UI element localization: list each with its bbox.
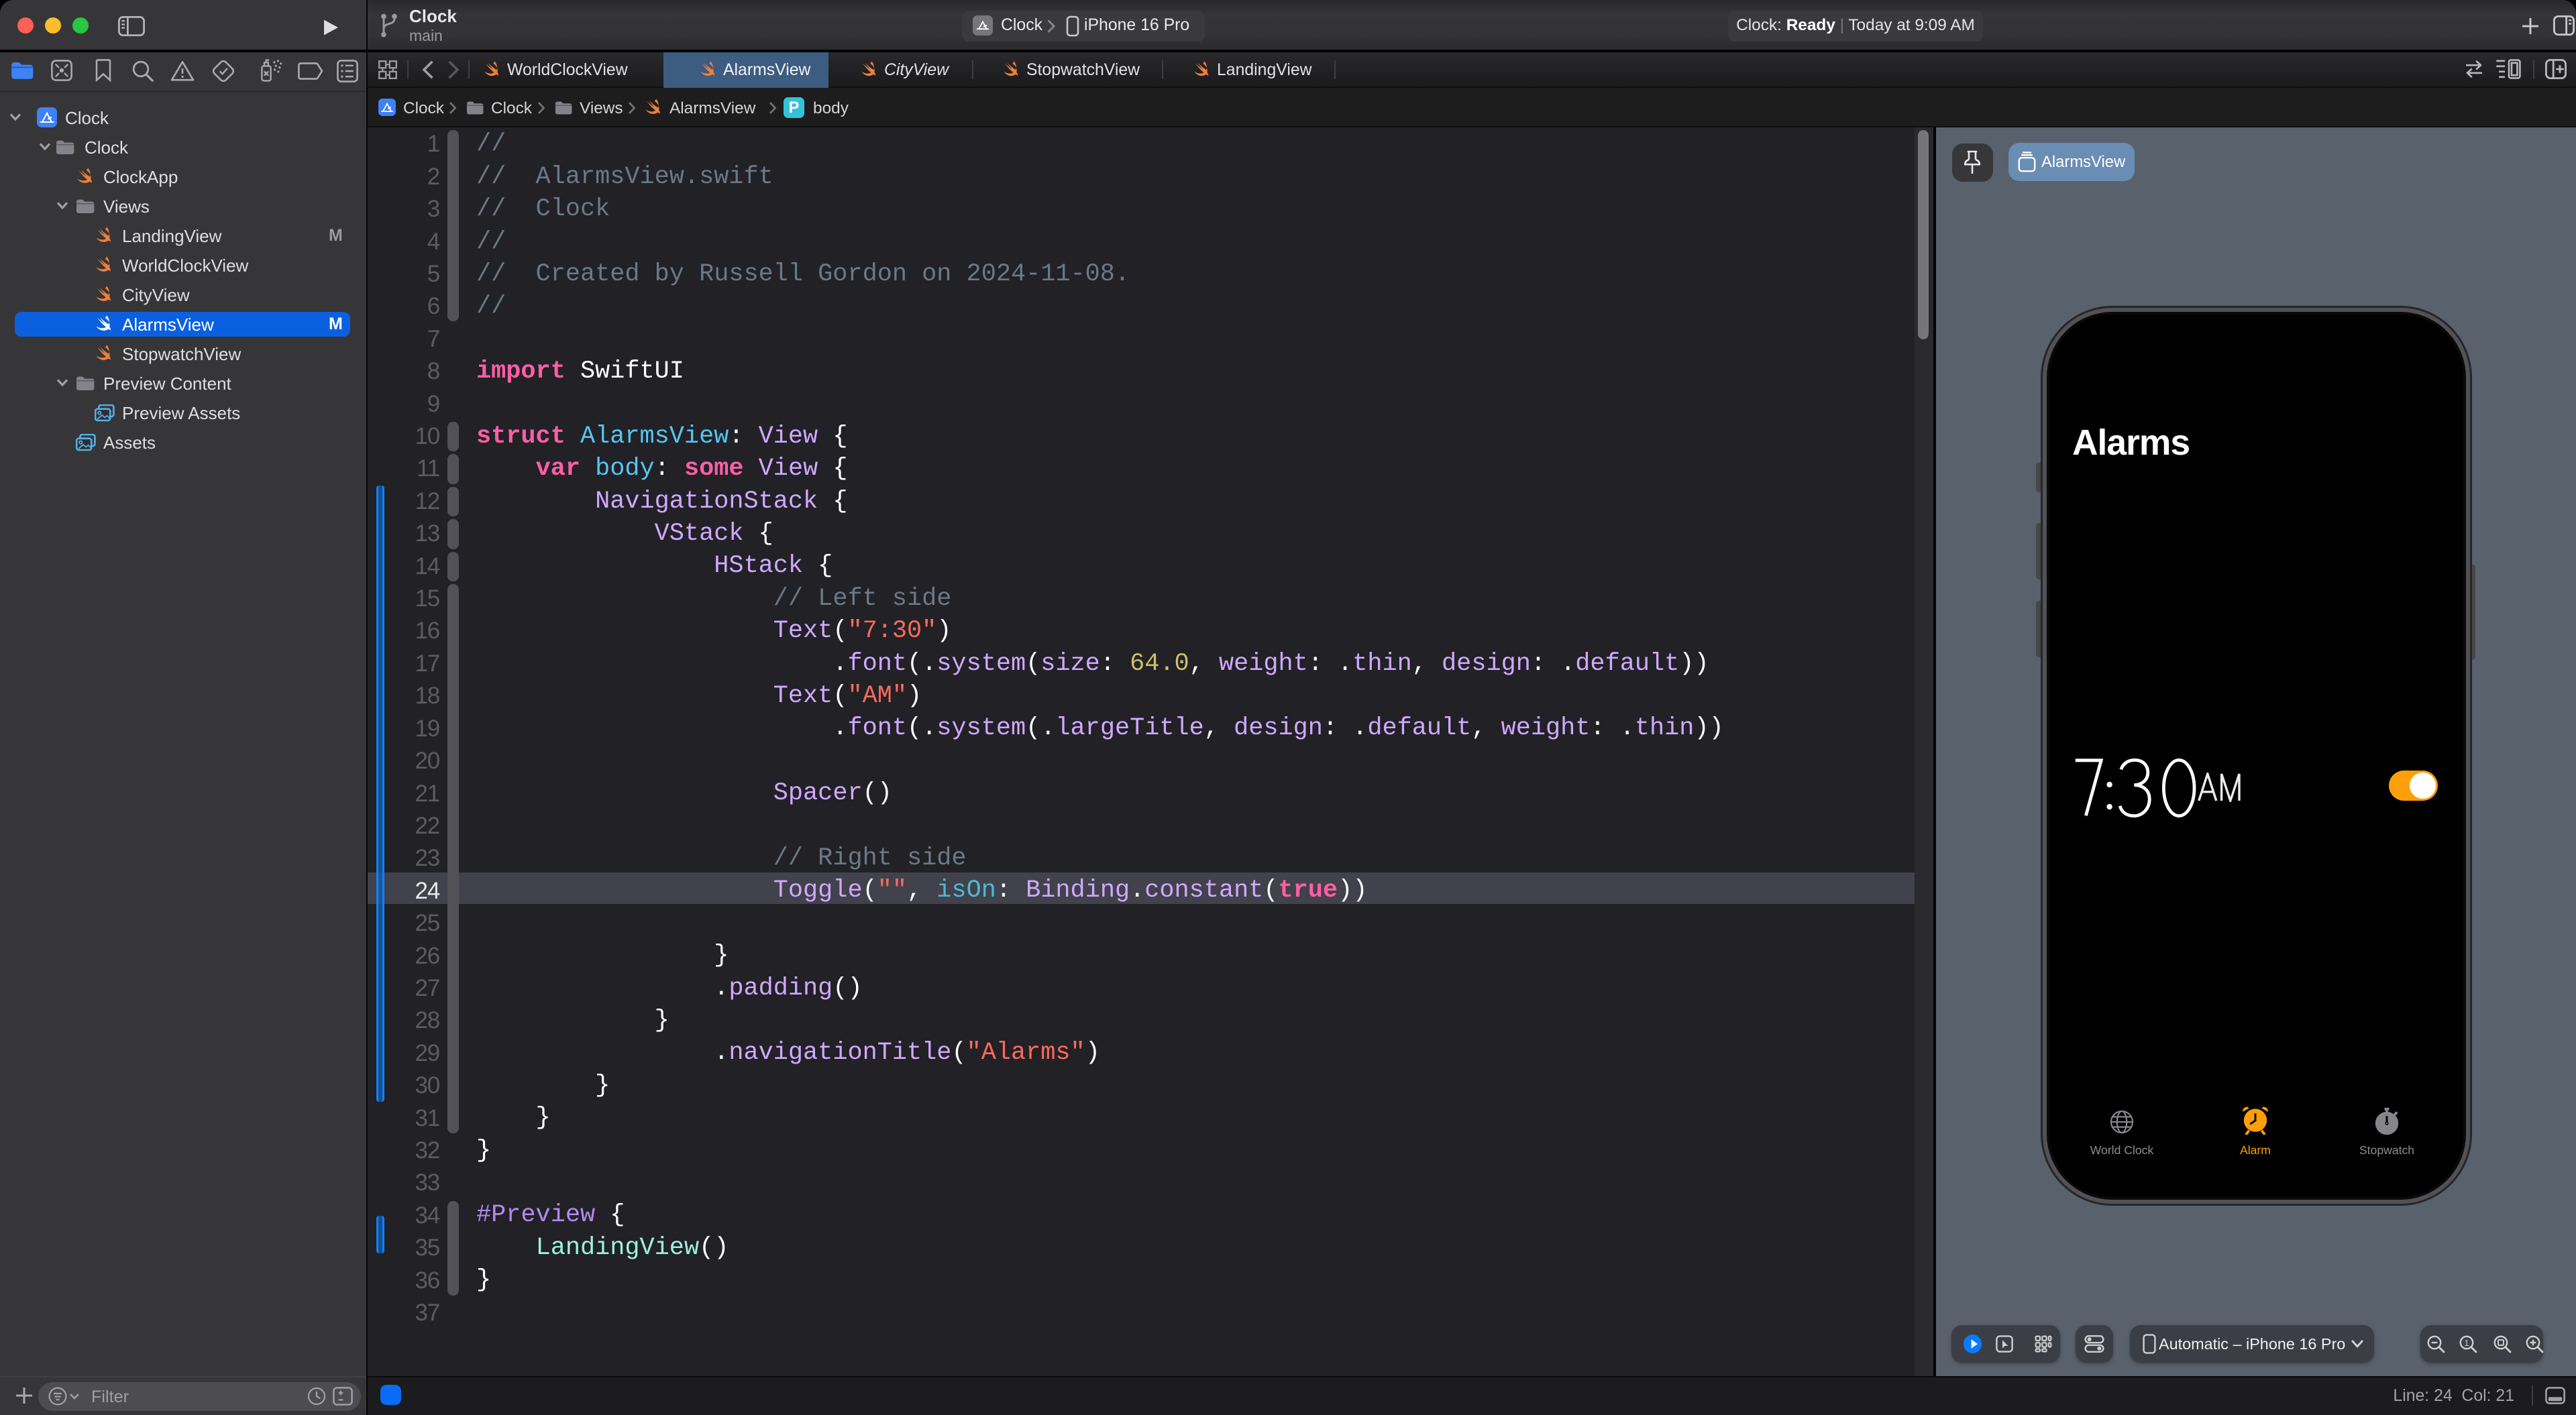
svg-text:1: 1 bbox=[2464, 1338, 2469, 1348]
